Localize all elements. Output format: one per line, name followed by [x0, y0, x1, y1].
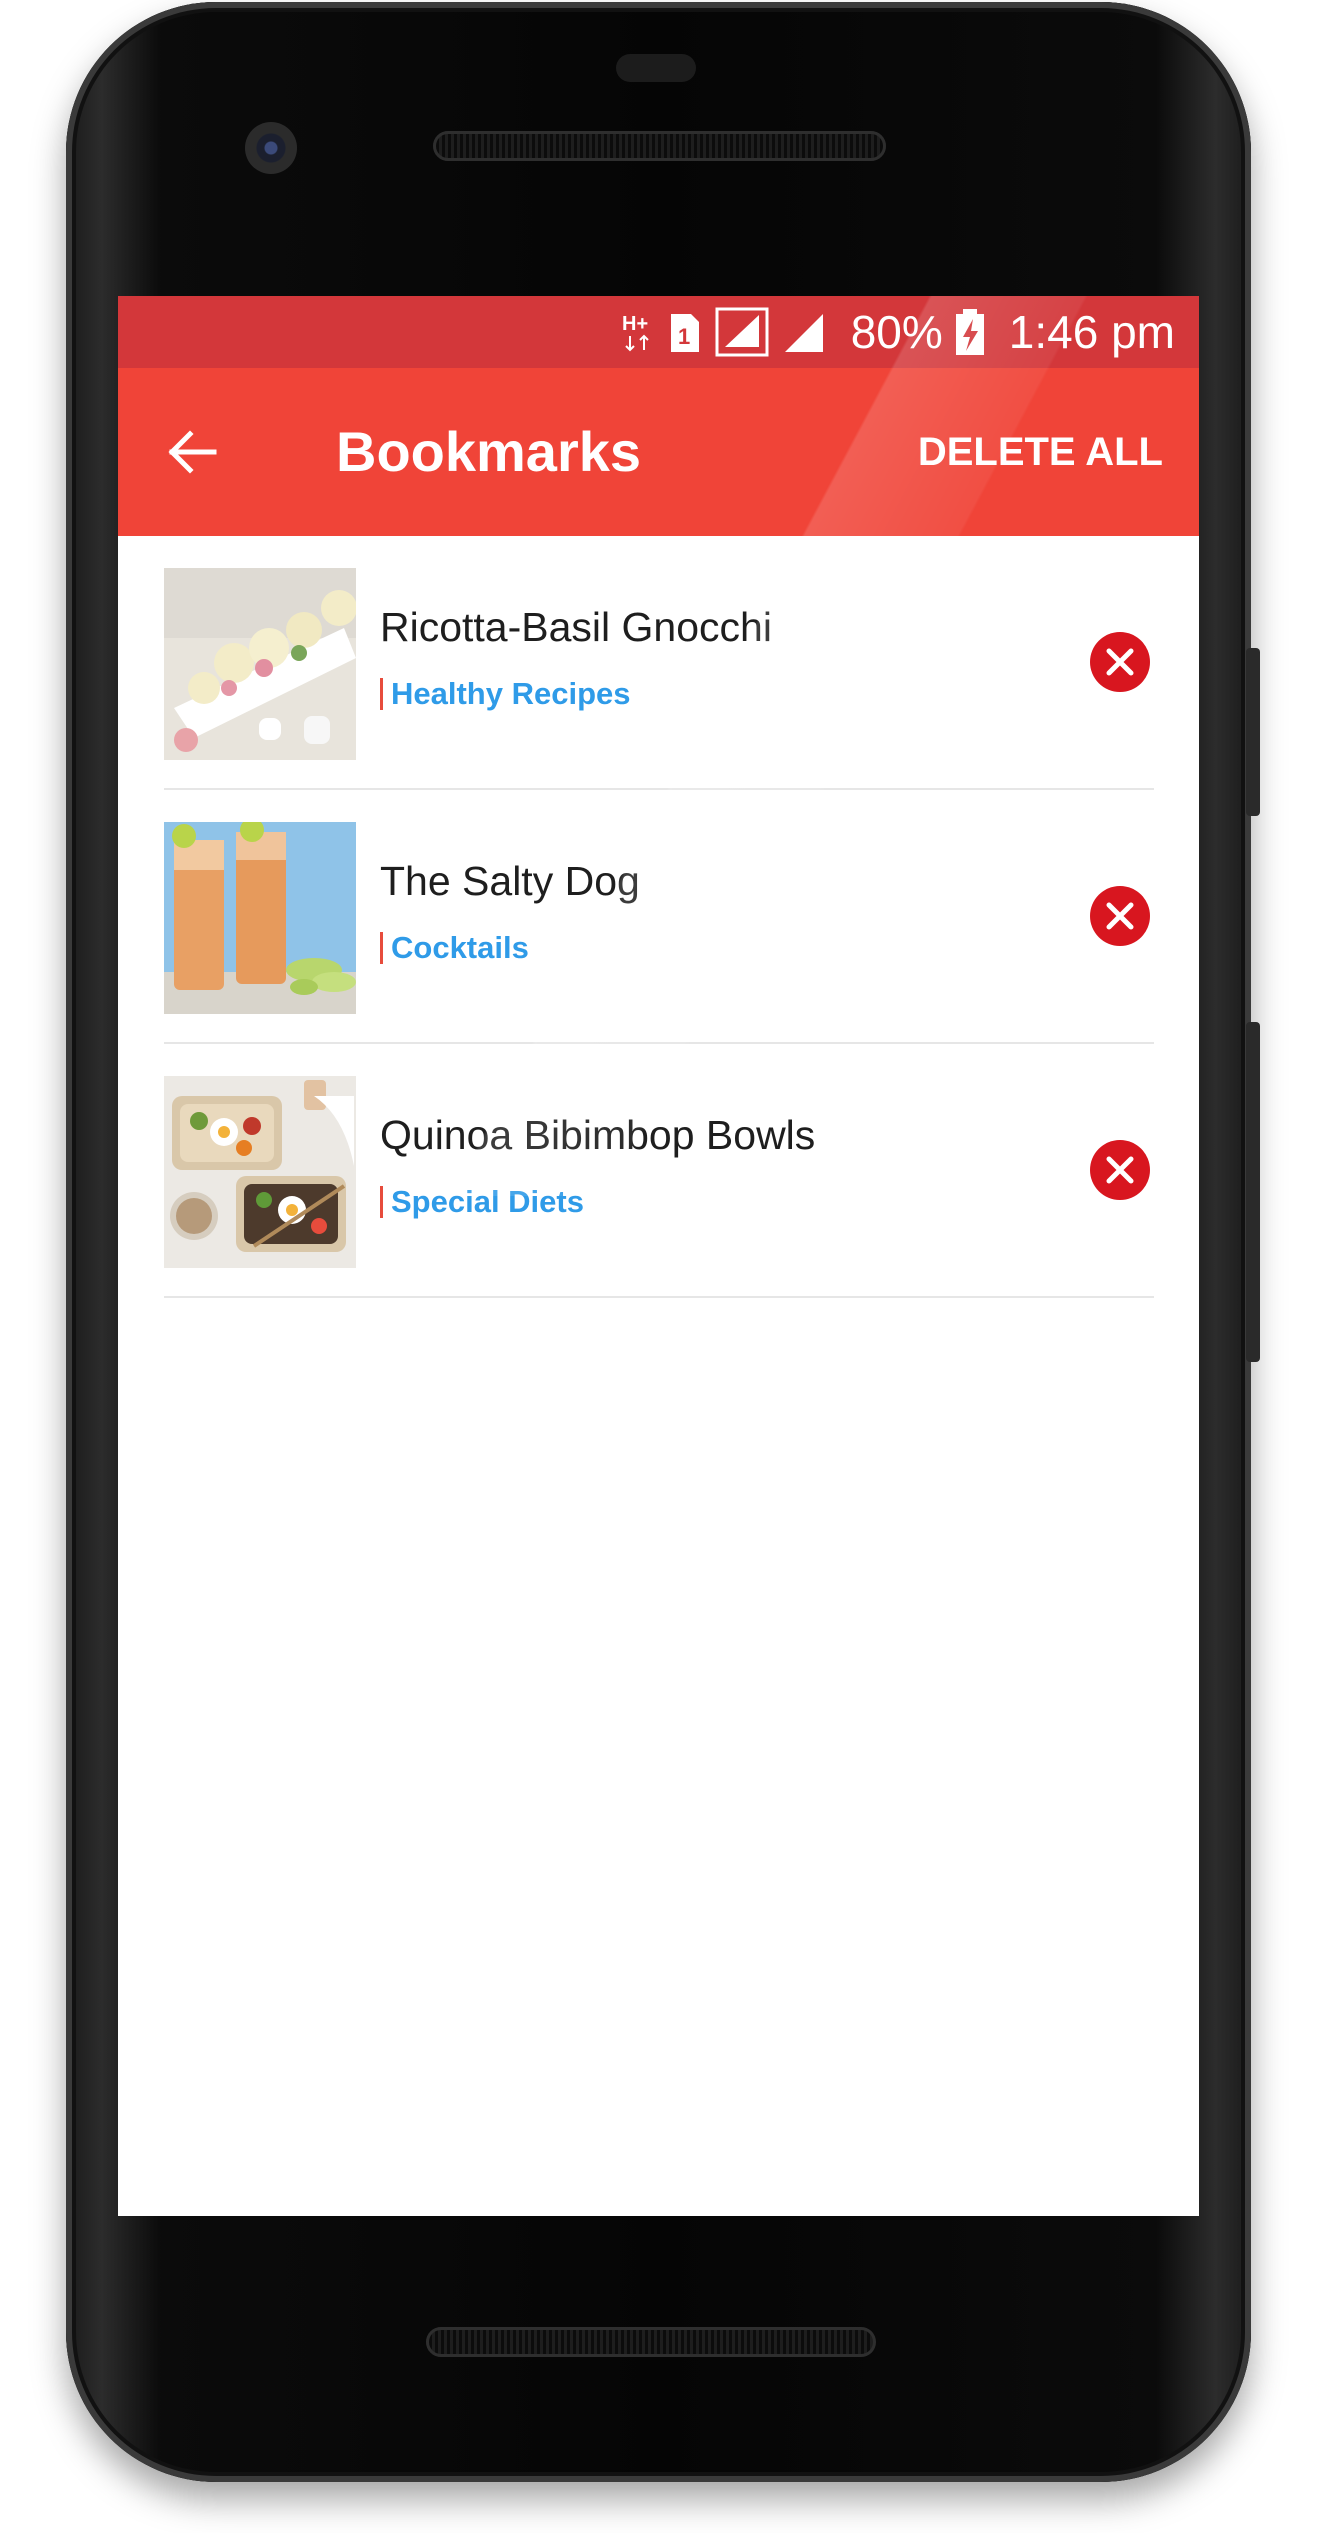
status-bar: H+ 1 80% 1:46 pm [118, 296, 1199, 368]
category-marker [380, 1186, 383, 1218]
remove-bookmark-icon[interactable] [1088, 630, 1152, 694]
front-camera-icon [245, 122, 297, 174]
power-button [1246, 648, 1260, 816]
gnocchi-photo [164, 568, 356, 760]
volume-button [1246, 1022, 1260, 1362]
network-type-label: H+ [622, 313, 648, 335]
list-item[interactable]: Ricotta-Basil Gnocchi Healthy Recipes [164, 536, 1154, 790]
cocktail-photo [164, 822, 356, 1014]
app-bar: Bookmarks DELETE ALL [118, 368, 1199, 536]
bookmark-category: Healthy Recipes [380, 676, 631, 712]
category-marker [380, 932, 383, 964]
delete-all-button[interactable]: DELETE ALL [918, 424, 1163, 480]
bibimbop-photo [164, 1076, 356, 1268]
bookmark-title: The Salty Dog [380, 858, 640, 904]
battery-percent: 80% [850, 306, 943, 358]
signal-strength-icon [715, 307, 769, 357]
list-item[interactable]: The Salty Dog Cocktails [164, 790, 1154, 1044]
arrow-left-icon[interactable] [162, 422, 222, 482]
bookmark-category-label: Special Diets [391, 1184, 584, 1219]
battery-charging-icon [955, 309, 984, 355]
remove-bookmark-icon[interactable] [1088, 1138, 1152, 1202]
bookmark-category: Cocktails [380, 930, 529, 966]
proximity-sensor [616, 54, 696, 82]
bookmark-category-label: Healthy Recipes [391, 676, 631, 711]
sim-card-icon: 1 [670, 314, 699, 352]
signal-strength-2-icon [784, 314, 823, 352]
top-speaker-grille [433, 131, 886, 161]
bookmark-title: Ricotta-Basil Gnocchi [380, 604, 772, 650]
network-type-icon: H+ [622, 313, 649, 352]
clock: 1:46 pm [1008, 306, 1175, 358]
list-item[interactable]: Quinoa Bibimbop Bowls Special Diets [164, 1044, 1154, 1298]
bookmark-category: Special Diets [380, 1184, 584, 1220]
remove-bookmark-icon[interactable] [1088, 884, 1152, 948]
bookmark-list: Ricotta-Basil Gnocchi Healthy Recipes Th… [164, 536, 1154, 1298]
sim-slot-label: 1 [678, 324, 690, 349]
page-title: Bookmarks [336, 420, 642, 483]
screen: H+ 1 80% 1:46 pm Bookmarks DELETE ALL Ri… [118, 296, 1199, 2216]
bookmark-category-label: Cocktails [391, 930, 529, 965]
bottom-speaker-grille [426, 2327, 876, 2357]
category-marker [380, 678, 383, 710]
bookmark-title: Quinoa Bibimbop Bowls [380, 1112, 816, 1158]
status-icons: H+ 1 [621, 307, 825, 357]
